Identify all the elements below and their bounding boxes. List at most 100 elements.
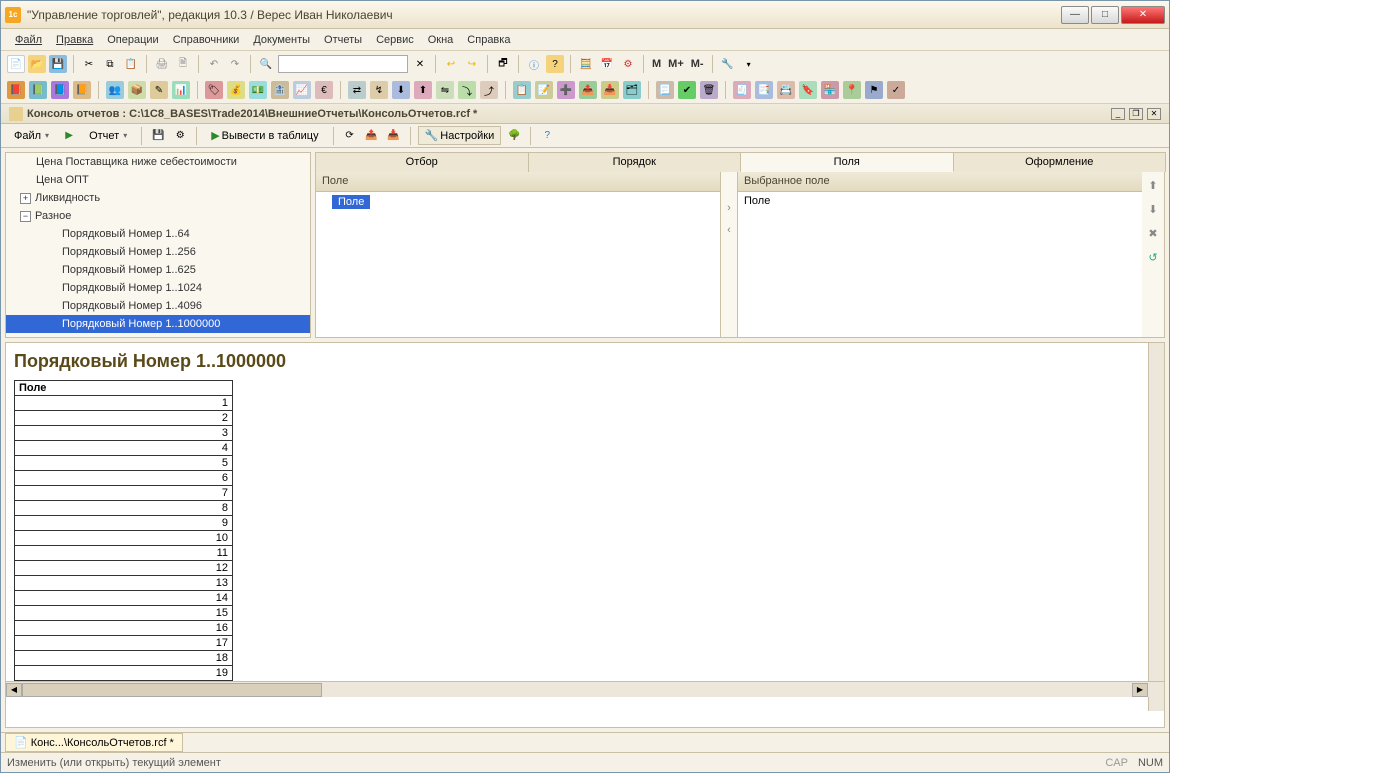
tb2-icon[interactable]: 📇 — [777, 81, 795, 99]
tree-item[interactable]: Цена ОПТ — [6, 171, 310, 189]
maximize-button[interactable]: □ — [1091, 6, 1119, 24]
tb2-icon[interactable]: 📃 — [656, 81, 674, 99]
sub-tree-icon[interactable]: 🌳 — [505, 127, 523, 145]
table-row[interactable]: 2 — [15, 411, 233, 426]
table-row[interactable]: 18 — [15, 651, 233, 666]
table-row[interactable]: 6 — [15, 471, 233, 486]
redo-icon[interactable]: ↷ — [226, 55, 244, 73]
tb2-icon[interactable]: 📊 — [172, 81, 190, 99]
tab-fields[interactable]: Поля — [740, 152, 954, 172]
table-row[interactable]: 7 — [15, 486, 233, 501]
table-row[interactable]: 11 — [15, 546, 233, 561]
table-row[interactable]: 1 — [15, 396, 233, 411]
memory-m[interactable]: M — [650, 58, 663, 70]
tab-order[interactable]: Порядок — [528, 152, 742, 172]
reset-button[interactable]: ↺ — [1144, 248, 1162, 266]
copy-icon[interactable]: ⧉ — [101, 55, 119, 73]
tree-item-selected[interactable]: Порядковый Номер 1..1000000 — [6, 315, 310, 333]
tb2-icon[interactable]: 📤 — [579, 81, 597, 99]
tree-item[interactable]: Цена Поставщика ниже себестоимости — [6, 153, 310, 171]
sub-refresh-icon[interactable]: ⟳ — [341, 127, 359, 145]
tree-item[interactable]: −Разное — [6, 207, 310, 225]
tb2-icon[interactable]: 🗑 — [700, 81, 718, 99]
table-row[interactable]: 12 — [15, 561, 233, 576]
sub-minimize-button[interactable]: _ — [1111, 108, 1125, 120]
sub-settings-button[interactable]: 🔧Настройки — [418, 126, 502, 145]
horizontal-scrollbar[interactable]: ◀ ▶ — [6, 681, 1164, 697]
tree-item[interactable]: Порядковый Номер 1..1024 — [6, 279, 310, 297]
table-row[interactable]: 4 — [15, 441, 233, 456]
table-row[interactable]: 5 — [15, 456, 233, 471]
selected-list[interactable]: Поле — [738, 192, 1142, 337]
tab-format[interactable]: Оформление — [953, 152, 1167, 172]
tb2-icon[interactable]: 📦 — [128, 81, 146, 99]
sub-import-icon[interactable]: 📥 — [385, 127, 403, 145]
tree-item[interactable]: Порядковый Номер 1..64 — [6, 225, 310, 243]
sub-file-menu[interactable]: Файл — [7, 127, 56, 145]
collapse-icon[interactable]: − — [20, 211, 31, 222]
tb2-icon[interactable]: ➕ — [557, 81, 575, 99]
new-icon[interactable]: 📄 — [7, 55, 25, 73]
tb2-icon[interactable]: ⚑ — [865, 81, 883, 99]
sub-export-icon[interactable]: 📤 — [363, 127, 381, 145]
field-item[interactable]: Поле — [740, 194, 1140, 208]
close-button[interactable]: ✕ — [1121, 6, 1165, 24]
tb2-icon[interactable]: ⤴ — [480, 81, 498, 99]
table-row[interactable]: 19 — [15, 666, 233, 681]
tb2-icon[interactable]: 🧾 — [733, 81, 751, 99]
tb2-icon[interactable]: ⬇ — [392, 81, 410, 99]
save-icon[interactable]: 💾 — [49, 55, 67, 73]
sub-help-icon[interactable]: ? — [538, 127, 556, 145]
tb2-icon[interactable]: 📗 — [29, 81, 47, 99]
tb2-icon[interactable]: ↯ — [370, 81, 388, 99]
tb2-icon[interactable]: 👥 — [106, 81, 124, 99]
tree-panel[interactable]: Цена Поставщика ниже себестоимости Цена … — [5, 152, 311, 338]
calc-icon[interactable]: 🧮 — [577, 55, 595, 73]
menu-edit[interactable]: Правка — [50, 32, 99, 48]
undo-icon[interactable]: ↶ — [205, 55, 223, 73]
tree-item[interactable]: Порядковый Номер 1..625 — [6, 261, 310, 279]
tab-filter[interactable]: Отбор — [315, 152, 529, 172]
tool-icon[interactable]: ⚙ — [619, 55, 637, 73]
move-left-button[interactable]: ‹ — [727, 224, 731, 236]
report-output[interactable]: Порядковый Номер 1..1000000 Поле 1 2 3 4… — [5, 342, 1165, 728]
delete-button[interactable]: ✖ — [1144, 224, 1162, 242]
available-list[interactable]: Поле — [316, 192, 720, 337]
menu-operations[interactable]: Операции — [101, 32, 164, 48]
wrench-icon[interactable]: 🔧 — [719, 55, 737, 73]
sub-cog-icon[interactable]: ⚙ — [171, 127, 189, 145]
sub-close-button[interactable]: ✕ — [1147, 108, 1161, 120]
move-down-button[interactable]: ⬇ — [1144, 200, 1162, 218]
open-icon[interactable]: 📂 — [28, 55, 46, 73]
tb2-icon[interactable]: ⇋ — [436, 81, 454, 99]
menu-file[interactable]: Файл — [9, 32, 48, 48]
table-row[interactable]: 16 — [15, 621, 233, 636]
tb2-icon[interactable]: 🔖 — [799, 81, 817, 99]
memory-mminus[interactable]: M- — [689, 58, 706, 70]
table-row[interactable]: 17 — [15, 636, 233, 651]
tb2-icon[interactable]: 🏷 — [205, 81, 223, 99]
tb2-icon[interactable]: ⇄ — [348, 81, 366, 99]
tb2-icon[interactable]: 🏪 — [821, 81, 839, 99]
search-icon[interactable]: 🔍 — [257, 55, 275, 73]
paste-icon[interactable]: 📋 — [122, 55, 140, 73]
tb2-icon[interactable]: ✔ — [678, 81, 696, 99]
cut-icon[interactable]: ✂ — [80, 55, 98, 73]
table-row[interactable]: 15 — [15, 606, 233, 621]
sub-play-icon[interactable]: ▶ — [60, 127, 78, 145]
tb2-icon[interactable]: 📝 — [535, 81, 553, 99]
table-row[interactable]: 10 — [15, 531, 233, 546]
sub-restore-button[interactable]: ❐ — [1129, 108, 1143, 120]
table-row[interactable]: 13 — [15, 576, 233, 591]
tb2-icon[interactable]: 💰 — [227, 81, 245, 99]
minimize-button[interactable]: — — [1061, 6, 1089, 24]
tb2-icon[interactable]: 📑 — [755, 81, 773, 99]
print-icon[interactable]: 🖨 — [153, 55, 171, 73]
tb2-icon[interactable]: ⤵ — [458, 81, 476, 99]
sub-save-icon[interactable]: 💾 — [149, 127, 167, 145]
table-row[interactable]: 3 — [15, 426, 233, 441]
tb2-icon[interactable]: ⬆ — [414, 81, 432, 99]
tb2-icon[interactable]: 📈 — [293, 81, 311, 99]
tree-item[interactable]: Порядковый Номер 1..4096 — [6, 297, 310, 315]
tb2-icon[interactable]: 🗂 — [623, 81, 641, 99]
